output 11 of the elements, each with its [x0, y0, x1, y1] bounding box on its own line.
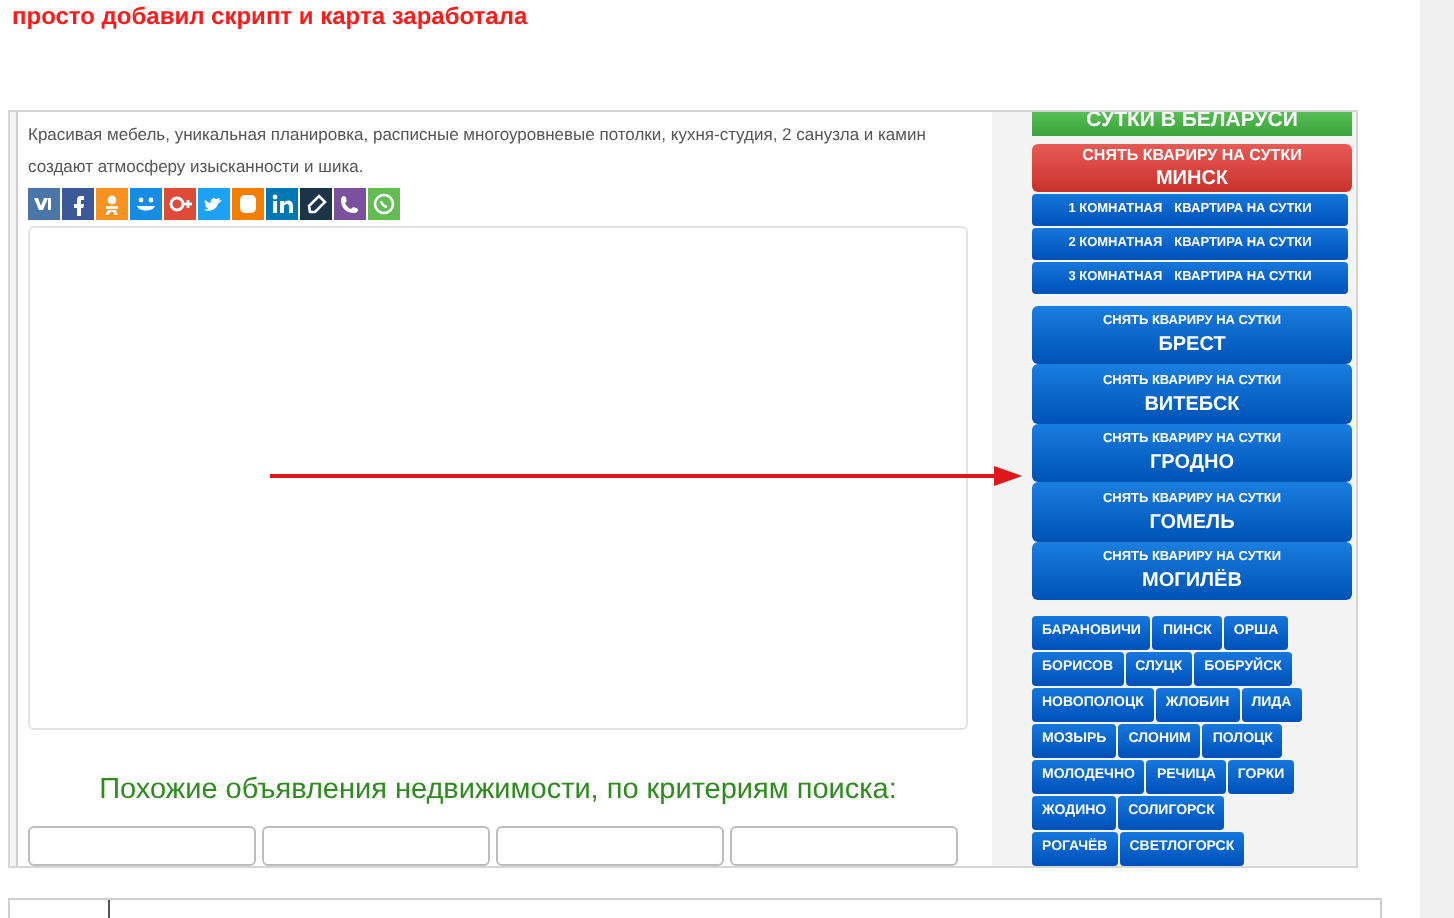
similar-title: Похожие объявления недвижимости, по критериям поиска: — [97, 772, 899, 811]
listing-card[interactable] — [262, 826, 490, 867]
listing-card[interactable] — [496, 826, 724, 867]
heading: просто добавил скрипт и карта заработала — [10, 0, 530, 28]
share-button[interactable] — [62, 187, 94, 220]
listing-card[interactable] — [730, 826, 958, 867]
share-button[interactable] — [300, 187, 332, 220]
description: Красивая мебель, уникальная планировка, расписные многоуровневые потолки, кухня-студия, 2 санузла и камин создают атмосферу изысканности и шика. — [28, 121, 928, 180]
listing-card[interactable] — [28, 826, 256, 867]
capital-button[interactable]: СНЯТЬ КВАРИРУ НА СУТКИ МИНСК — [1032, 143, 1352, 192]
share-button[interactable] — [334, 187, 366, 220]
